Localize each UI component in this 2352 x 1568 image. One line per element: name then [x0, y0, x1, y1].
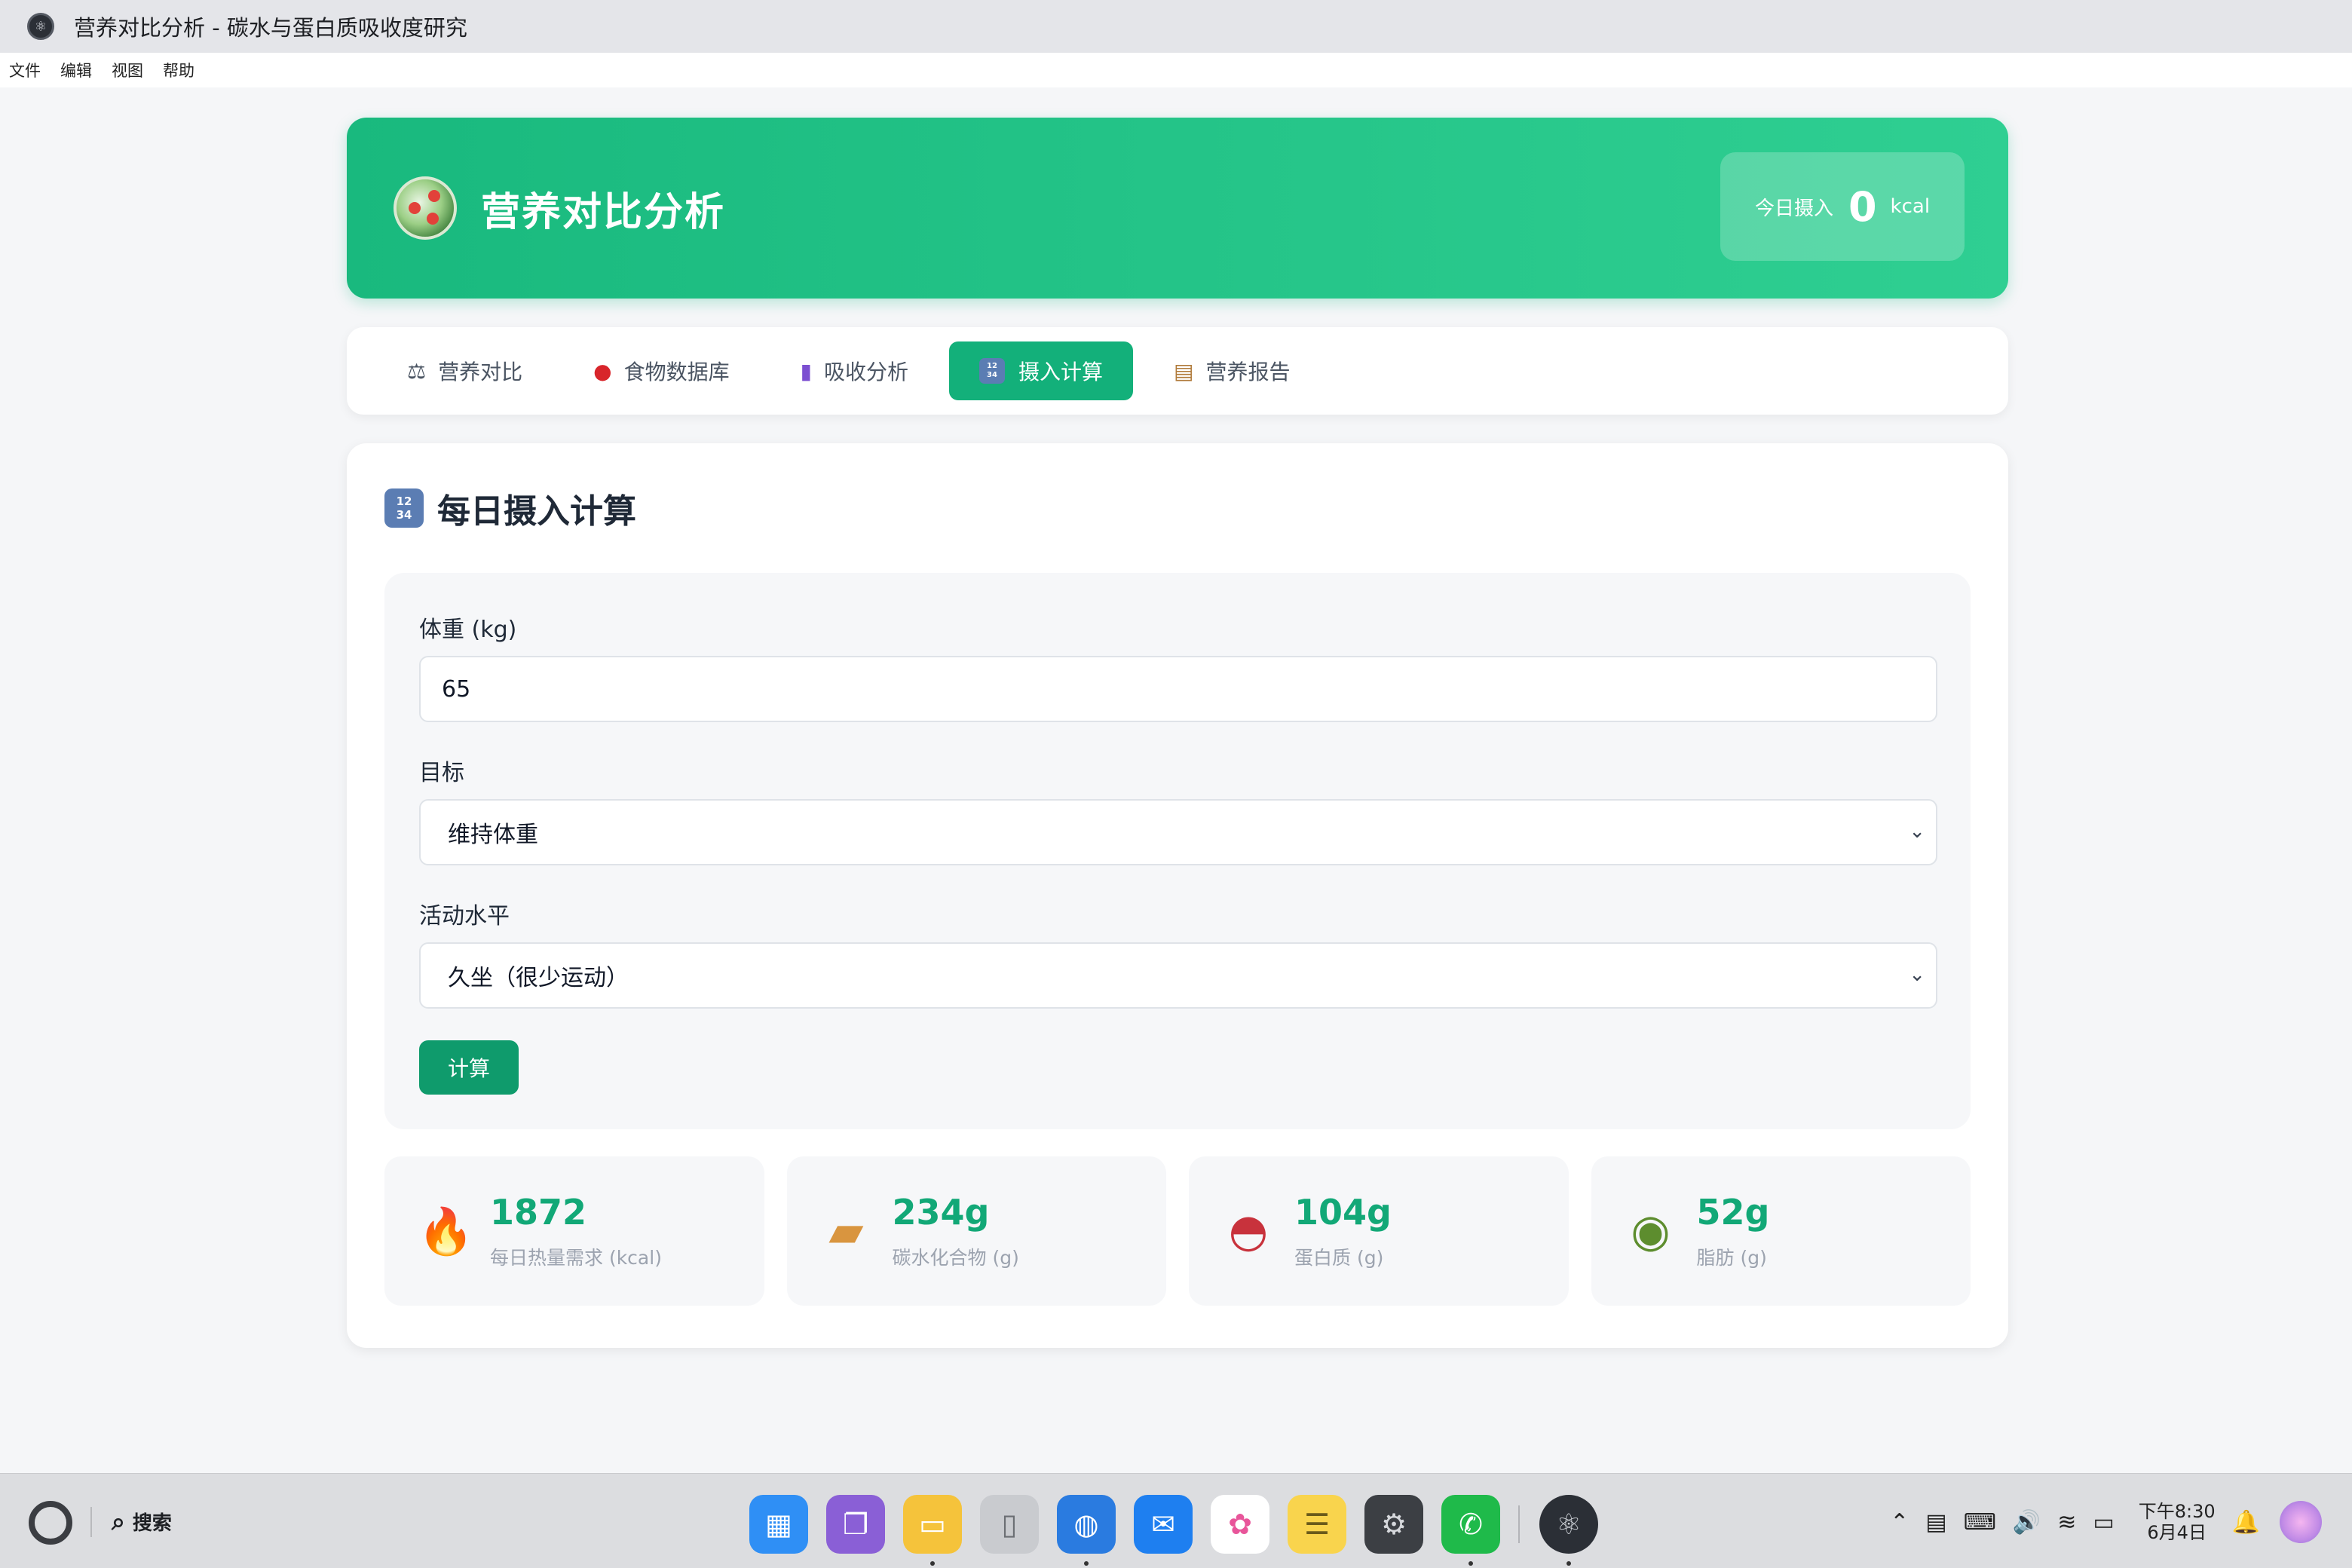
browser-app-icon[interactable]: ◍	[1057, 1495, 1116, 1566]
clock[interactable]: 下午8:30 6月4日	[2139, 1501, 2216, 1543]
clipboard-tray-icon[interactable]: ▤	[1925, 1509, 1946, 1536]
goal-label: 目标	[419, 760, 464, 786]
settings-app-icon[interactable]: ⚙	[1364, 1495, 1423, 1554]
clipboard-icon: ▤	[1174, 358, 1194, 384]
chevron-down-icon: ⌄	[1909, 820, 1925, 843]
electron-app-icon: ⚛	[27, 13, 54, 40]
activity-value: 久坐（很少运动）	[448, 965, 629, 991]
window-title: 营养对比分析 - 碳水与蛋白质吸收度研究	[74, 15, 467, 41]
stat-label: 蛋白质 (g)	[1294, 1247, 1384, 1269]
menu-file[interactable]: 文件	[9, 59, 41, 81]
keyboard-icon[interactable]: ⌨	[1964, 1509, 1996, 1536]
menu-help[interactable]: 帮助	[163, 59, 194, 81]
tab-label: 摄入计算	[1018, 360, 1104, 384]
dock: ▦ ❐ ▭ ▯ ◍ ✉ ✿ ☰ ⚙ ✆ ⚛	[749, 1495, 1616, 1566]
avatar[interactable]	[2280, 1501, 2322, 1543]
stat-value: 52g	[1696, 1192, 1770, 1233]
multitask-app-icon[interactable]: ❐	[826, 1495, 885, 1554]
wifi-icon[interactable]: ≋	[2057, 1509, 2076, 1536]
stat-value: 1872	[490, 1192, 587, 1233]
taskbar-search[interactable]: ⌕ 搜索	[112, 1507, 172, 1536]
stat-fat: ◉ 52g 脂肪 (g)	[1591, 1156, 1971, 1306]
stat-protein: ◓ 104g 蛋白质 (g)	[1189, 1156, 1569, 1306]
tab-nutrition-report[interactable]: ▤ 营养报告	[1144, 341, 1320, 400]
numbers-icon: 12 34	[979, 358, 1006, 384]
stat-carbs: ▰ 234g 碳水化合物 (g)	[786, 1156, 1166, 1306]
start-button-icon[interactable]	[29, 1501, 72, 1545]
menu-view[interactable]: 视图	[112, 59, 143, 81]
search-icon: ⌕	[112, 1507, 125, 1536]
stat-value: 234g	[892, 1192, 990, 1233]
clock-date: 6月4日	[2147, 1522, 2207, 1543]
numbers-icon: 12 34	[384, 488, 424, 528]
balance-scale-icon: ⚖	[407, 358, 427, 384]
section-title: 12 34 每日摄入计算	[384, 484, 636, 532]
tab-absorption-analysis[interactable]: ▮ 吸收分析	[770, 341, 939, 400]
meat-icon: ◓	[1228, 1205, 1269, 1257]
section-title-text: 每日摄入计算	[437, 492, 636, 531]
apple-icon: ●	[593, 358, 612, 384]
results-stats: 🔥 1872 每日热量需求 (kcal) ▰ 234g 碳水化合物 (g) ◓ …	[384, 1156, 1971, 1306]
chevron-down-icon: ⌄	[1909, 963, 1925, 986]
photos-app-icon[interactable]: ✿	[1211, 1495, 1269, 1554]
bar-chart-icon: ▮	[800, 358, 812, 384]
tab-label: 食物数据库	[623, 360, 730, 384]
notes-app-icon[interactable]: ☰	[1288, 1495, 1346, 1554]
calculate-button[interactable]: 计算	[419, 1040, 519, 1095]
calculation-form: 体重 (kg) 65 目标 维持体重 ⌄ 活动水平 久坐（很少运动） ⌄ 计算	[384, 573, 1971, 1129]
system-tray: ⌃ ▤ ⌨ 🔊 ≋ ▭ 下午8:30 6月4日 🔔	[1873, 1501, 2322, 1543]
notification-icon[interactable]: 🔔	[2232, 1509, 2260, 1536]
dock-separator	[1518, 1505, 1520, 1543]
fire-icon: 🔥	[418, 1205, 474, 1258]
intake-label: 今日摄入	[1754, 197, 1833, 220]
app-content: 营养对比分析 今日摄入 0 kcal ⚖ 营养对比 ● 食物数据库 ▮ 吸收分析…	[0, 87, 2352, 1473]
electron-app-icon[interactable]: ⚛	[1539, 1495, 1598, 1566]
weight-value: 65	[442, 675, 471, 703]
tab-bar: ⚖ 营养对比 ● 食物数据库 ▮ 吸收分析 12 34 摄入计算 ▤ 营养报告	[347, 327, 2008, 415]
taskbar-divider	[90, 1507, 92, 1537]
app-title: 营养对比分析	[481, 189, 726, 235]
menu-edit[interactable]: 编辑	[60, 59, 92, 81]
stat-label: 每日热量需求 (kcal)	[490, 1247, 662, 1269]
stat-label: 脂肪 (g)	[1696, 1247, 1767, 1269]
clock-time: 下午8:30	[2138, 1501, 2216, 1522]
app-header: 营养对比分析 今日摄入 0 kcal	[347, 118, 2008, 299]
weight-label: 体重 (kg)	[419, 617, 517, 643]
intake-calculation-card: 12 34 每日摄入计算 体重 (kg) 65 目标 维持体重 ⌄ 活动水平 久坐…	[347, 443, 2008, 1348]
mail-app-icon[interactable]: ✉	[1134, 1495, 1193, 1554]
search-label: 搜索	[132, 1512, 172, 1535]
tab-intake-calculation[interactable]: 12 34 摄入计算	[949, 341, 1134, 400]
salad-logo-icon	[394, 176, 457, 240]
stat-calories: 🔥 1872 每日热量需求 (kcal)	[384, 1156, 764, 1306]
stat-value: 104g	[1294, 1192, 1392, 1233]
tab-nutrition-compare[interactable]: ⚖ 营养对比	[377, 341, 553, 400]
tab-label: 吸收分析	[824, 360, 909, 384]
tab-label: 营养对比	[438, 360, 523, 384]
bread-icon: ▰	[828, 1205, 864, 1257]
intake-value: 0	[1848, 182, 1877, 231]
stat-label: 碳水化合物 (g)	[892, 1247, 1019, 1269]
volume-icon[interactable]: 🔊	[2013, 1509, 2041, 1536]
weight-input[interactable]: 65	[419, 656, 1937, 722]
launcher-app-icon[interactable]: ▦	[749, 1495, 808, 1554]
files-app-icon[interactable]: ▭	[903, 1495, 962, 1566]
activity-label: 活动水平	[419, 903, 510, 929]
tab-food-database[interactable]: ● 食物数据库	[563, 341, 759, 400]
battery-icon[interactable]: ▭	[2093, 1509, 2114, 1536]
intake-unit: kcal	[1890, 195, 1931, 218]
today-intake-badge: 今日摄入 0 kcal	[1720, 152, 1965, 261]
tab-label: 营养报告	[1205, 360, 1291, 384]
taskbar: ⌕ 搜索 ▦ ❐ ▭ ▯ ◍ ✉ ✿ ☰ ⚙ ✆ ⚛ ⌃ ▤ ⌨ 🔊 ≋ ▭ 下…	[0, 1473, 2352, 1568]
wechat-app-icon[interactable]: ✆	[1441, 1495, 1500, 1566]
chevron-up-icon[interactable]: ⌃	[1890, 1509, 1909, 1536]
goal-value: 维持体重	[448, 822, 538, 848]
trash-app-icon[interactable]: ▯	[980, 1495, 1039, 1554]
menu-bar: 文件 编辑 视图 帮助	[0, 53, 2352, 87]
title-bar: ⚛ 营养对比分析 - 碳水与蛋白质吸收度研究	[0, 0, 2352, 53]
activity-select[interactable]: 久坐（很少运动） ⌄	[419, 942, 1937, 1009]
goal-select[interactable]: 维持体重 ⌄	[419, 799, 1937, 865]
avocado-icon: ◉	[1631, 1205, 1671, 1257]
